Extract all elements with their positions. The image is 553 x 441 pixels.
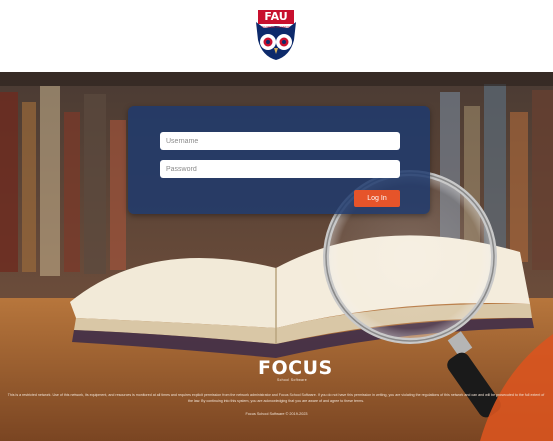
hero-background: Log In FOCUS School Software This is a r…: [0, 72, 553, 441]
fau-owl-logo: FAU FLORIDA ATLANTIC: [246, 4, 306, 64]
username-input[interactable]: [160, 132, 400, 150]
logo-text: FAU: [264, 10, 288, 23]
logo-subtext: FLORIDA ATLANTIC: [262, 25, 290, 29]
focus-tagline: School Software: [277, 378, 307, 382]
login-button[interactable]: Log In: [354, 190, 400, 207]
disclaimer-text: This is a restricted network. Use of thi…: [7, 393, 545, 403]
password-input[interactable]: [160, 160, 400, 178]
header-bar: FAU FLORIDA ATLANTIC: [0, 0, 553, 72]
login-panel: Log In: [128, 106, 430, 214]
focus-wordmark: FOCUS: [258, 357, 333, 379]
copyright-text: Focus School Software © 2019-2023: [245, 412, 308, 416]
